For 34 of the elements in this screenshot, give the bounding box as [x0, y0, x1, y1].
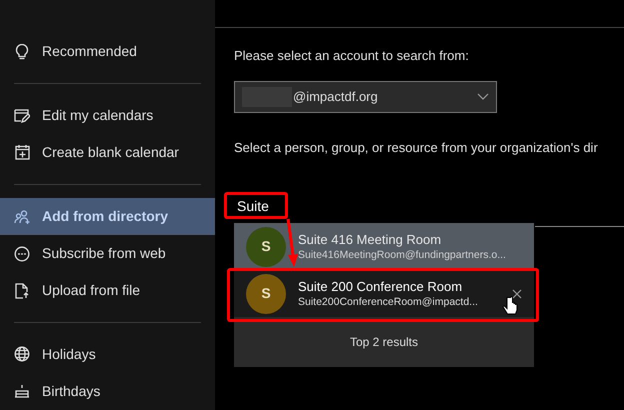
- sidebar-item[interactable]: Holidays: [0, 336, 215, 373]
- result-email: Suite416MeetingRoom@fundingpartners.o...: [298, 248, 507, 262]
- sidebar-item[interactable]: Create blank calendar: [0, 134, 215, 172]
- sidebar-item[interactable]: Upload from file: [0, 272, 215, 310]
- people-icon: [14, 210, 30, 224]
- result-item[interactable]: S Suite 416 Meeting Room Suite416MeetingRoom@fundingpartners.o...: [234, 223, 534, 270]
- chevron-down-icon: [477, 93, 489, 100]
- results-count: Top 2 results: [350, 334, 418, 351]
- sidebar-item[interactable]: Add from directory: [0, 198, 215, 236]
- web-icon: [14, 246, 30, 262]
- calendar-add-icon: [14, 145, 30, 160]
- account-prompt: Please select an account to search from:: [234, 47, 469, 65]
- search-field[interactable]: Suite: [234, 195, 282, 217]
- sidebar-item[interactable]: Subscribe from web: [0, 235, 215, 272]
- lightbulb-icon: [15, 44, 29, 60]
- file-upload-icon: [15, 282, 29, 299]
- account-dropdown[interactable]: @impactdf.org: [234, 80, 497, 112]
- result-email: Suite200ConferenceRoom@impactd...: [298, 294, 479, 310]
- avatar: S: [246, 226, 286, 266]
- annotation-box: [224, 192, 288, 219]
- globe-icon: [14, 346, 30, 362]
- result-name: Suite 416 Meeting Room: [298, 230, 442, 248]
- result-item[interactable]: S Suite 200 Conference Room Suite200ConferenceRoom@impactd...: [234, 270, 534, 317]
- sidebar-item[interactable]: Edit my calendars: [0, 97, 215, 134]
- sidebar-item[interactable]: Recommended: [0, 33, 215, 70]
- hand-cursor-icon: [502, 296, 518, 314]
- annotation-arrow: [286, 218, 298, 267]
- result-name: Suite 200 Conference Room: [298, 278, 464, 294]
- edit-icon: [14, 108, 30, 123]
- cake-icon: [14, 384, 30, 398]
- sidebar-item[interactable]: Birthdays: [0, 372, 215, 410]
- directory-prompt: Select a person, group, or resource from your organization's dir: [234, 138, 598, 157]
- close-icon[interactable]: [512, 288, 522, 298]
- avatar: S: [246, 274, 286, 314]
